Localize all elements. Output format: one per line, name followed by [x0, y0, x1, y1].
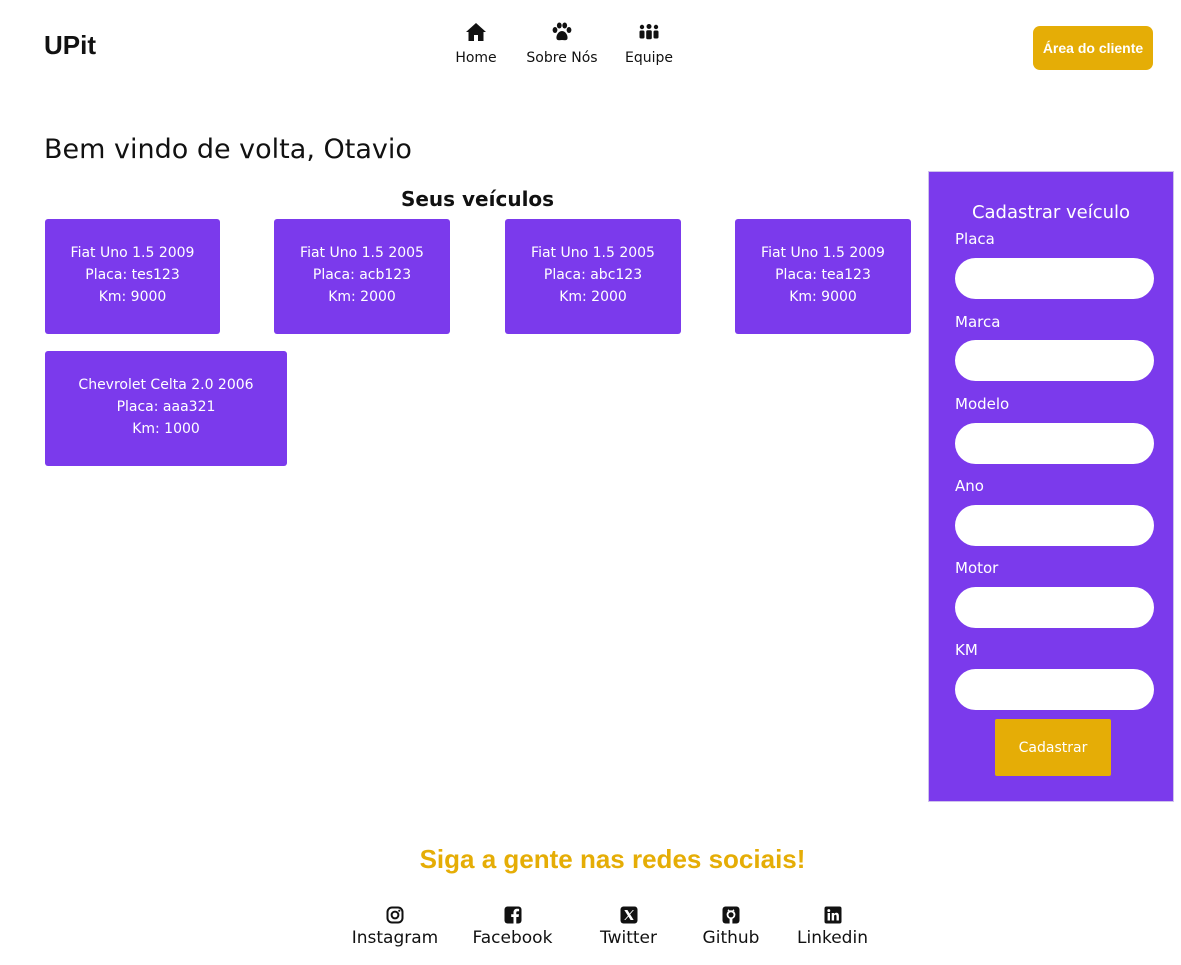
home-icon: [465, 20, 487, 44]
placa-input[interactable]: [955, 258, 1154, 299]
ano-label: Ano: [955, 477, 984, 495]
ano-input[interactable]: [955, 505, 1154, 546]
modelo-input[interactable]: [955, 423, 1154, 464]
km-label: KM: [955, 641, 978, 659]
km-input[interactable]: [955, 669, 1154, 710]
vehicle-card[interactable]: Fiat Uno 1.5 2005 Placa: abc123 Km: 2000: [505, 219, 681, 334]
vehicle-plate: Placa: aaa321: [116, 399, 216, 415]
motor-label: Motor: [955, 559, 999, 577]
instagram-icon: [386, 905, 404, 925]
modelo-label: Modelo: [955, 395, 1010, 413]
marca-label: Marca: [955, 313, 1001, 331]
nav-home[interactable]: Home: [443, 20, 509, 66]
twitter-label: Twitter: [600, 928, 657, 948]
logo[interactable]: UPit: [44, 30, 96, 61]
nav-home-label: Home: [455, 50, 497, 66]
paw-icon: [551, 20, 573, 44]
vehicle-plate: Placa: tea123: [775, 267, 871, 283]
welcome-heading: Bem vindo de volta, Otavio: [44, 134, 412, 165]
social-instagram-link[interactable]: Instagram: [343, 905, 447, 948]
vehicle-km: Km: 2000: [328, 289, 396, 305]
nav-sobre-label: Sobre Nós: [526, 50, 598, 66]
vehicle-card[interactable]: Fiat Uno 1.5 2009 Placa: tes123 Km: 9000: [45, 219, 220, 334]
vehicle-name: Chevrolet Celta 2.0 2006: [78, 377, 254, 393]
vehicle-card[interactable]: Chevrolet Celta 2.0 2006 Placa: aaa321 K…: [45, 351, 287, 466]
social-heading: Siga a gente nas redes sociais!: [419, 844, 806, 874]
x-twitter-icon: [620, 905, 638, 925]
vehicle-km: Km: 9000: [98, 289, 167, 305]
vehicle-name: Fiat Uno 1.5 2009: [70, 245, 195, 261]
motor-input[interactable]: [955, 587, 1154, 628]
vehicle-plate: Placa: abc123: [543, 267, 643, 283]
linkedin-label: Linkedin: [797, 928, 868, 948]
nav-equipe[interactable]: Equipe: [615, 20, 683, 66]
social-links: Instagram Facebook Twitter Github Linked…: [0, 905, 1181, 948]
nav-sobre-nos[interactable]: Sobre Nós: [509, 20, 615, 66]
vehicle-plate: Placa: tes123: [85, 267, 180, 283]
vehicle-name: Fiat Uno 1.5 2005: [531, 245, 655, 261]
social-twitter-link[interactable]: Twitter: [578, 905, 679, 948]
register-vehicle-form: Cadastrar veículo Placa Marca Modelo Ano…: [928, 171, 1174, 802]
github-label: Github: [702, 928, 760, 948]
marca-input[interactable]: [955, 340, 1154, 381]
vehicle-km: Km: 9000: [789, 289, 857, 305]
facebook-icon: [504, 905, 522, 925]
placa-label: Placa: [955, 230, 995, 248]
vehicle-name: Fiat Uno 1.5 2009: [761, 245, 885, 261]
vehicles-title: Seus veículos: [400, 187, 555, 211]
linkedin-icon: [824, 905, 842, 925]
people-icon: [637, 20, 661, 44]
form-title: Cadastrar veículo: [971, 202, 1131, 223]
register-submit-button[interactable]: Cadastrar: [995, 719, 1111, 776]
vehicle-km: Km: 1000: [132, 421, 200, 437]
social-linkedin-link[interactable]: Linkedin: [783, 905, 882, 948]
vehicle-plate: Placa: acb123: [312, 267, 412, 283]
vehicle-card[interactable]: Fiat Uno 1.5 2005 Placa: acb123 Km: 2000: [274, 219, 450, 334]
vehicle-name: Fiat Uno 1.5 2005: [300, 245, 424, 261]
social-github-link[interactable]: Github: [679, 905, 783, 948]
social-facebook-link[interactable]: Facebook: [447, 905, 578, 948]
vehicle-km: Km: 2000: [559, 289, 627, 305]
github-icon: [722, 905, 740, 925]
nav-equipe-label: Equipe: [625, 50, 673, 66]
facebook-label: Facebook: [472, 928, 553, 948]
client-area-button[interactable]: Área do cliente: [1033, 26, 1153, 70]
instagram-label: Instagram: [351, 928, 439, 948]
main-nav: Home Sobre Nós Equipe: [443, 20, 683, 66]
vehicle-card[interactable]: Fiat Uno 1.5 2009 Placa: tea123 Km: 9000: [735, 219, 911, 334]
